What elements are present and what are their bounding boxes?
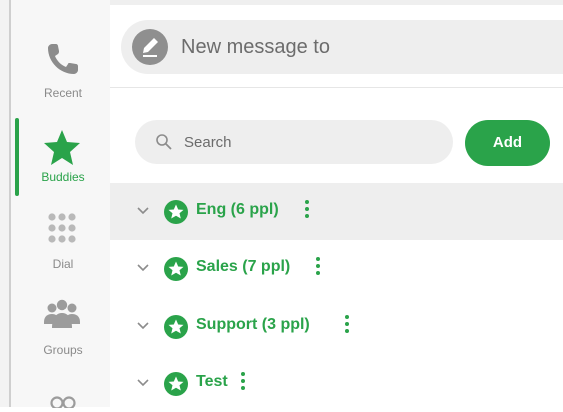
new-message-placeholder: New message to [181,36,330,58]
pencil-icon [132,29,168,65]
chevron-down-icon[interactable] [134,316,152,334]
more-options-icon[interactable] [342,312,352,338]
main-panel: New message to Search Add Eng (6 ppl) Sa… [110,0,563,407]
group-row-support[interactable]: Support (3 ppl) [110,298,563,355]
star-badge-icon [164,257,188,281]
groups-icon [44,299,80,328]
star-badge-icon [164,372,188,396]
chevron-down-icon[interactable] [134,258,152,276]
nav-item-label: Recent [43,86,83,100]
group-name: Support (3 ppl) [196,316,310,333]
chevron-down-icon[interactable] [134,373,152,391]
nav-item-dial[interactable]: Dial [11,205,110,285]
active-indicator [15,118,19,196]
more-options-icon[interactable] [302,197,312,223]
window-edge [0,0,9,407]
dialpad-icon [48,213,76,243]
nav-item-label: Groups [43,343,83,357]
search-icon [156,134,172,150]
star-icon [44,130,80,165]
search-input[interactable]: Search [135,120,453,164]
group-row-test[interactable]: Test [110,355,563,412]
top-separator [110,0,563,5]
star-badge-icon [164,315,188,339]
sidebar-nav: Recent Buddies Dial Groups [11,0,110,408]
search-placeholder: Search [184,134,232,151]
phone-icon [48,44,78,74]
group-name: Sales (7 ppl) [196,258,291,275]
contacts-icon[interactable] [48,392,78,408]
nav-item-label: Dial [52,257,74,271]
nav-item-recent[interactable]: Recent [11,38,110,118]
divider [110,87,563,88]
group-name: Eng (6 ppl) [196,201,279,218]
group-row-eng[interactable]: Eng (6 ppl) [110,183,563,240]
more-options-icon[interactable] [313,254,323,280]
chevron-down-icon[interactable] [134,201,152,219]
nav-item-groups[interactable]: Groups [11,292,110,372]
group-row-sales[interactable]: Sales (7 ppl) [110,240,563,297]
nav-item-label: Buddies [41,170,85,184]
star-badge-icon [164,200,188,224]
add-button[interactable]: Add [465,120,550,166]
nav-item-buddies[interactable]: Buddies [11,118,110,198]
group-name: Test [196,373,228,390]
new-message-bar[interactable]: New message to [121,20,563,74]
more-options-icon[interactable] [238,369,248,395]
